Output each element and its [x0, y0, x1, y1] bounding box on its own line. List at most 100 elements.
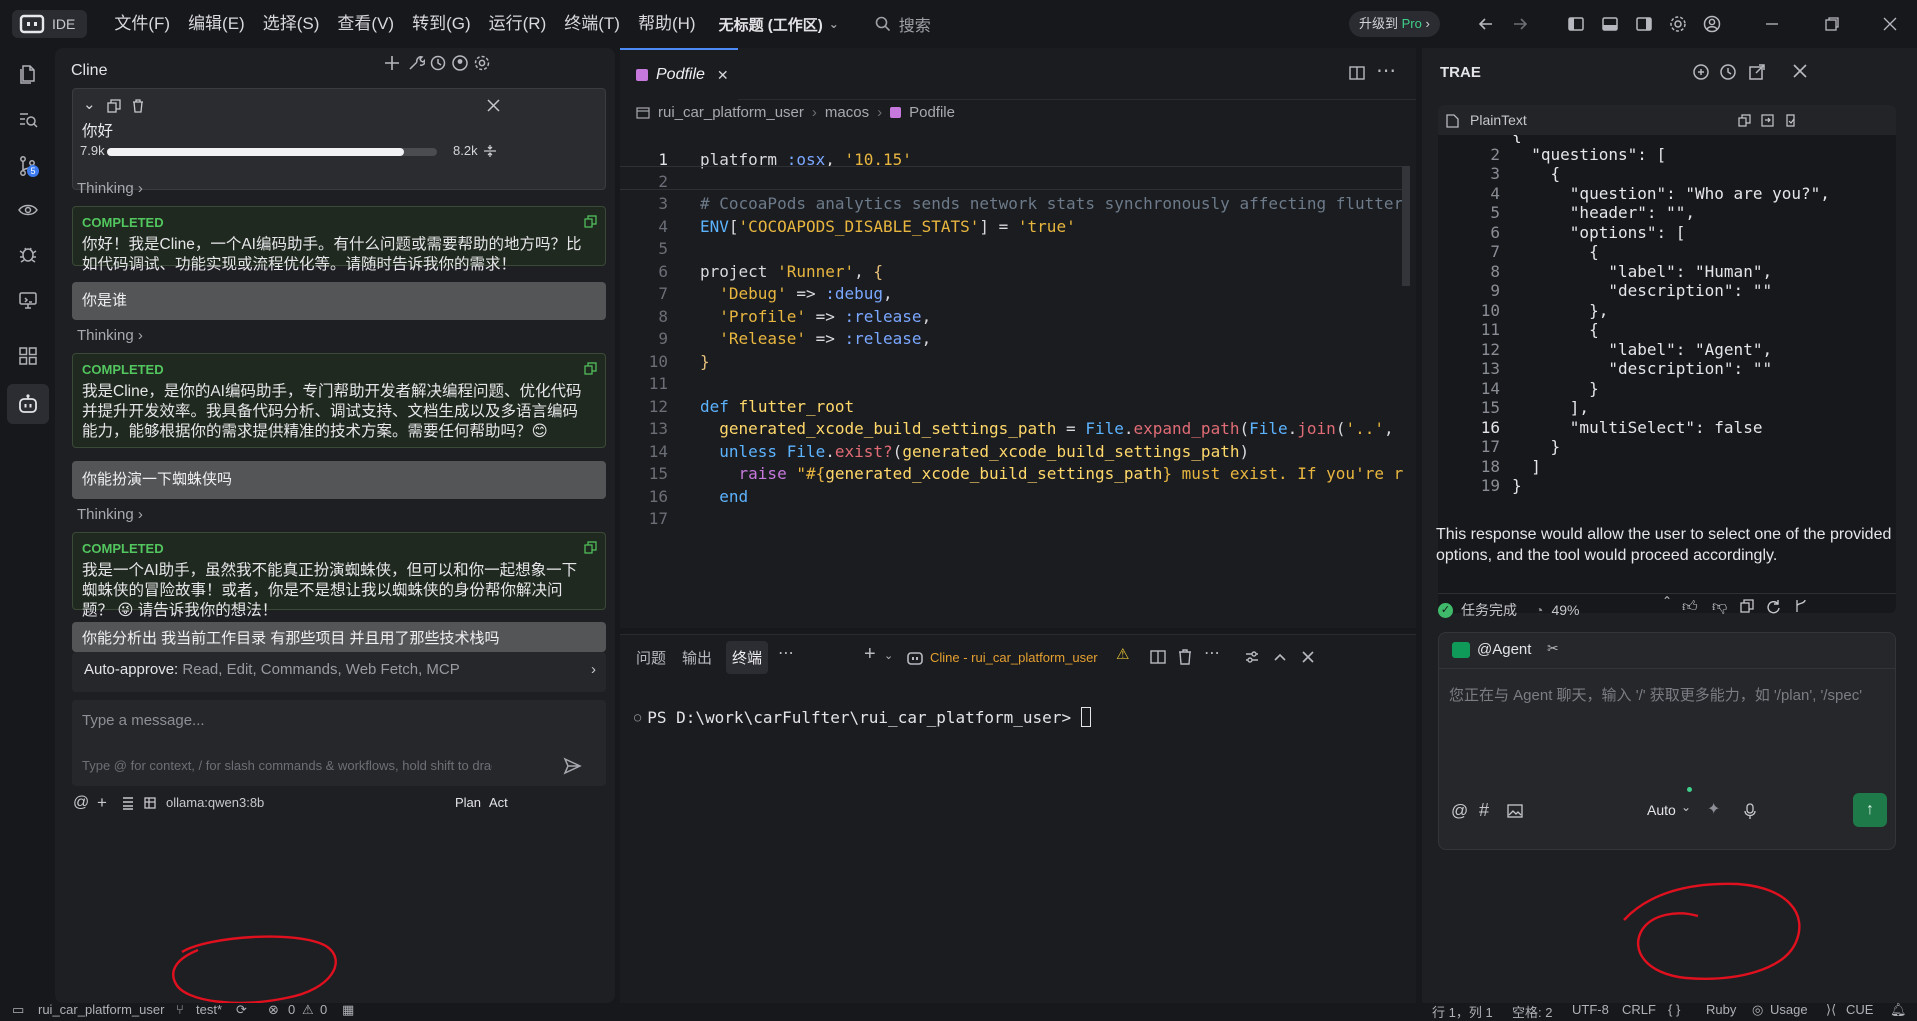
- editor-scrollbar[interactable]: [1402, 166, 1410, 286]
- toggle-panel-icon[interactable]: [1600, 14, 1620, 34]
- mode-selector[interactable]: Auto: [1647, 802, 1676, 818]
- command-search[interactable]: 搜索: [875, 12, 931, 36]
- thinking-toggle-3[interactable]: Thinking ›: [77, 506, 143, 523]
- search-view-icon[interactable]: [12, 104, 44, 136]
- chevron-down-icon[interactable]: ⌄: [884, 649, 893, 662]
- usage-label[interactable]: Usage: [1770, 1002, 1808, 1017]
- code-content[interactable]: { 2 "questions": [ 3 { 4 "question": "Wh…: [1438, 135, 1896, 585]
- remote-explorer-icon[interactable]: [12, 284, 44, 316]
- thumbs-up-icon[interactable]: 👍︎: [1682, 598, 1698, 616]
- mcp-icon[interactable]: [143, 796, 157, 810]
- mcp-tools-icon[interactable]: [407, 54, 425, 72]
- git-branch[interactable]: test*: [196, 1002, 222, 1017]
- close-tab-icon[interactable]: ✕: [717, 67, 729, 84]
- copy-icon[interactable]: [584, 215, 597, 228]
- split-editor-icon[interactable]: [1348, 64, 1366, 82]
- language-mode[interactable]: Ruby: [1706, 1002, 1736, 1017]
- indentation[interactable]: 空格: 2: [1512, 1002, 1552, 1021]
- chat-input-box[interactable]: 您正在与 Agent 聊天，输入 '/' 获取更多能力，如 '/plan', '…: [1438, 668, 1896, 850]
- menu-file[interactable]: 文件(F): [105, 0, 179, 48]
- arrow-left-icon[interactable]: [1476, 14, 1496, 34]
- copy-icon[interactable]: [1740, 599, 1754, 613]
- copy-icon[interactable]: [107, 99, 121, 113]
- trash-icon[interactable]: [131, 99, 145, 113]
- menu-terminal[interactable]: 终端(T): [555, 0, 629, 48]
- status-folder[interactable]: rui_car_platform_user: [38, 1002, 164, 1017]
- remote-icon[interactable]: ▭: [12, 1002, 24, 1018]
- tab-output[interactable]: 输出: [682, 647, 712, 668]
- terminal-icon[interactable]: ▦: [342, 1002, 354, 1018]
- trash-icon[interactable]: [1177, 649, 1193, 665]
- more-tabs-icon[interactable]: ⋯: [778, 643, 794, 663]
- menu-go[interactable]: 转到(G): [403, 0, 480, 48]
- message-input[interactable]: Type a message... Type @ for context, / …: [72, 700, 606, 786]
- menu-run[interactable]: 运行(R): [480, 0, 556, 48]
- copy-icon[interactable]: [584, 541, 597, 554]
- braces-icon[interactable]: { }: [1668, 1002, 1680, 1017]
- cursor-position[interactable]: 行 1，列 1: [1432, 1002, 1493, 1021]
- settings-gear-icon[interactable]: [473, 54, 491, 72]
- history-icon[interactable]: [1719, 63, 1737, 81]
- close-window-icon[interactable]: [1880, 14, 1900, 34]
- microphone-icon[interactable]: [1743, 803, 1757, 819]
- toggle-secondary-sidebar-icon[interactable]: [1634, 14, 1654, 34]
- maximize-panel-icon[interactable]: [1272, 649, 1288, 665]
- plus-icon[interactable]: +: [97, 793, 107, 813]
- copy-icon[interactable]: [584, 362, 597, 375]
- more-actions-icon[interactable]: ⋯: [1204, 643, 1220, 663]
- menu-edit[interactable]: 编辑(E): [179, 0, 254, 48]
- plan-mode-button[interactable]: Plan: [455, 795, 481, 810]
- rules-icon[interactable]: [121, 796, 135, 810]
- at-mention-icon[interactable]: @: [73, 794, 89, 812]
- menu-view[interactable]: 查看(V): [328, 0, 403, 48]
- explorer-icon[interactable]: [12, 58, 44, 90]
- close-task-icon[interactable]: [487, 99, 500, 112]
- split-terminal-icon[interactable]: [1150, 649, 1166, 665]
- apply-code-icon[interactable]: [1784, 114, 1797, 127]
- terminal-output[interactable]: ○ PS D:\work\carFulfter\rui_car_platform…: [634, 707, 1091, 727]
- new-chat-icon[interactable]: [1692, 63, 1710, 81]
- regenerate-icon[interactable]: [1766, 599, 1781, 614]
- new-terminal-icon[interactable]: +: [864, 643, 876, 666]
- account-icon[interactable]: [451, 54, 469, 72]
- encoding[interactable]: UTF-8: [1572, 1002, 1609, 1017]
- error-count[interactable]: 0: [288, 1002, 295, 1017]
- upgrade-pro-button[interactable]: 升级到 Pro ›: [1349, 11, 1440, 37]
- breadcrumb-item[interactable]: Podfile: [909, 104, 955, 121]
- collapse-chevron-icon[interactable]: ⌄: [83, 95, 96, 113]
- extensions-icon[interactable]: [12, 340, 44, 372]
- at-mention-icon[interactable]: @: [1451, 801, 1468, 821]
- sync-icon[interactable]: ⟳: [236, 1002, 247, 1018]
- sparkle-icon[interactable]: ✦: [1707, 799, 1720, 819]
- cue-label[interactable]: CUE: [1846, 1002, 1873, 1017]
- end-of-line[interactable]: CRLF: [1622, 1002, 1656, 1017]
- act-mode-button[interactable]: Act: [489, 795, 508, 810]
- more-actions-icon[interactable]: ⋯: [1376, 58, 1396, 83]
- cline-bot-icon[interactable]: [7, 384, 49, 424]
- breadcrumb-item[interactable]: rui_car_platform_user: [658, 104, 804, 121]
- copy-icon[interactable]: [1738, 114, 1751, 127]
- terminal-session-name[interactable]: Cline - rui_car_platform_user: [930, 650, 1098, 665]
- restore-icon[interactable]: [1822, 14, 1842, 34]
- insert-code-icon[interactable]: [1761, 114, 1774, 127]
- eye-icon[interactable]: [12, 194, 44, 226]
- open-external-icon[interactable]: [1748, 63, 1766, 81]
- debug-icon[interactable]: [12, 238, 44, 270]
- workspace-title[interactable]: 无标题 (工作区) ⌄: [719, 14, 839, 35]
- warning-count[interactable]: 0: [320, 1002, 327, 1017]
- agent-mention[interactable]: @Agent: [1477, 641, 1531, 658]
- tab-problems[interactable]: 问题: [636, 647, 666, 668]
- new-task-icon[interactable]: [383, 54, 401, 72]
- send-icon[interactable]: [562, 756, 582, 776]
- close-icon[interactable]: [1792, 63, 1808, 79]
- auto-approve-bar[interactable]: Auto-approve: Read, Edit, Commands, Web …: [72, 652, 606, 692]
- toggle-sidebar-icon[interactable]: [1566, 14, 1586, 34]
- agent-tools-icon[interactable]: ✂: [1547, 640, 1559, 657]
- close-panel-icon[interactable]: [1300, 649, 1316, 665]
- model-selector[interactable]: ollama:qwen3:8b: [166, 795, 264, 810]
- source-control-icon[interactable]: 5: [12, 150, 44, 182]
- history-icon[interactable]: [429, 54, 447, 72]
- tab-podfile[interactable]: Podfile ✕: [620, 48, 738, 100]
- hash-icon[interactable]: #: [1479, 800, 1489, 821]
- arrow-right-icon[interactable]: [1510, 14, 1530, 34]
